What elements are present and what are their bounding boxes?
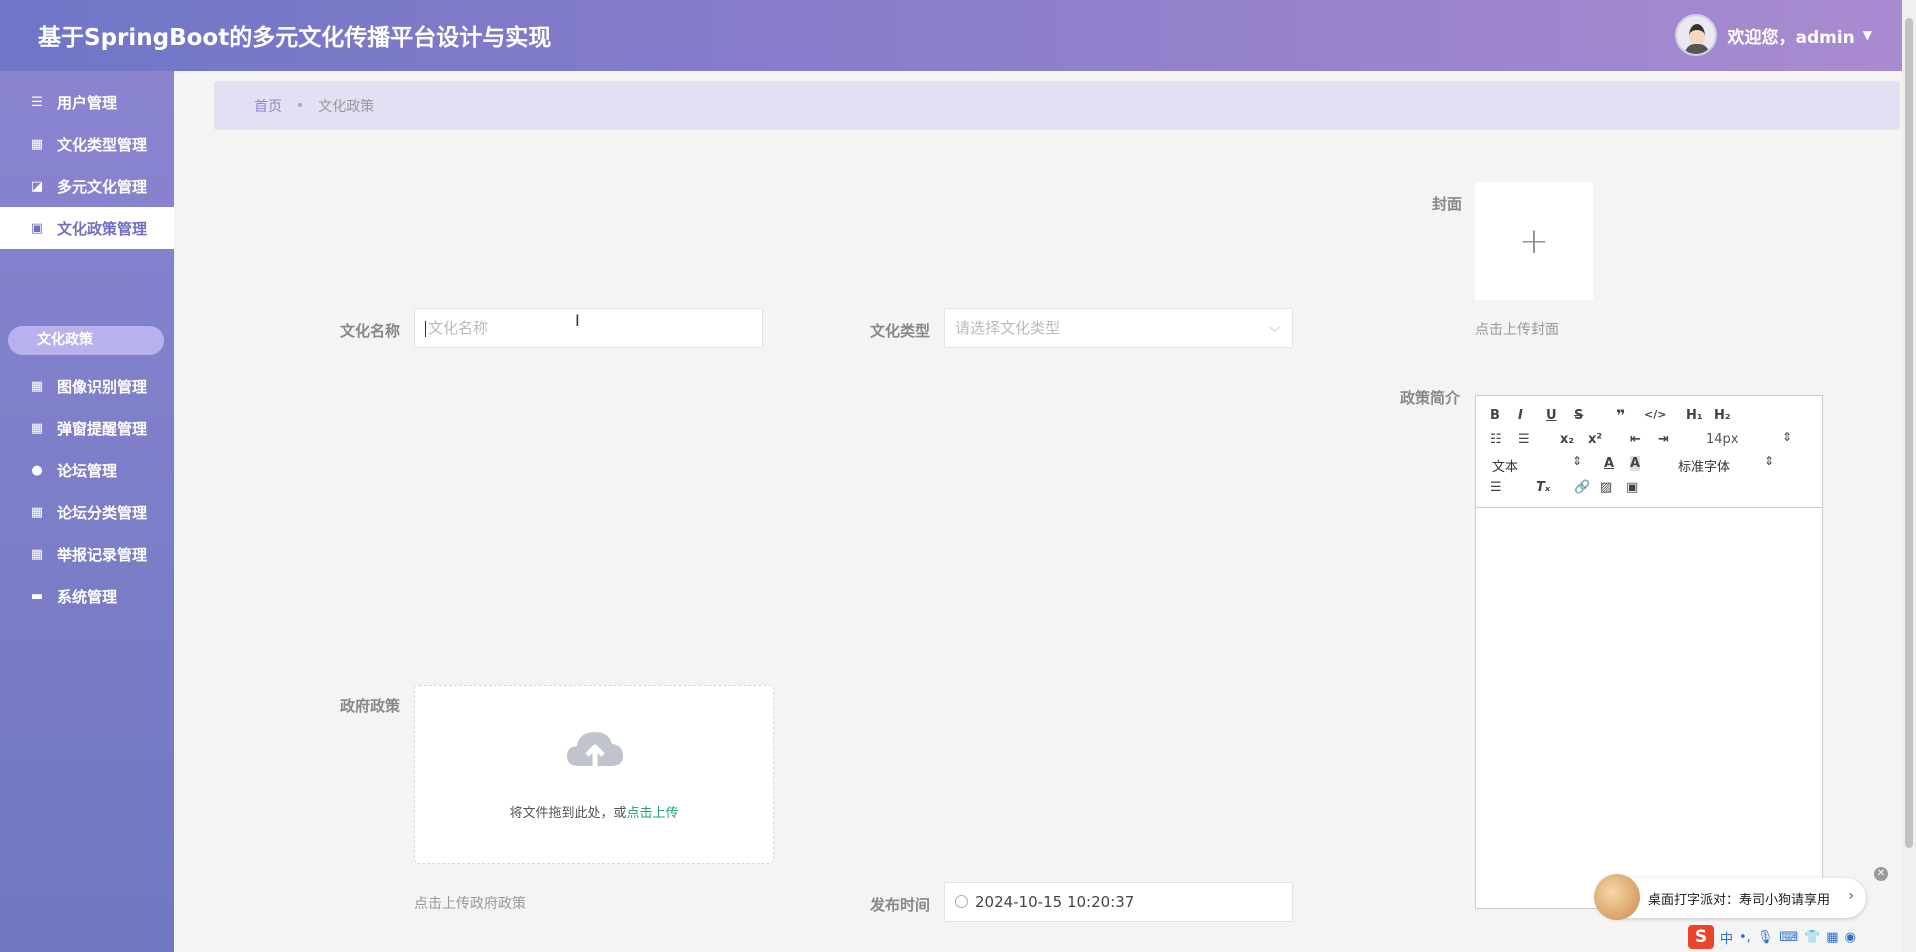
welcome-text[interactable]: 欢迎您，admin (1727, 23, 1854, 48)
policy-label: 政府政策 (340, 697, 401, 715)
sidebar: ☰ 用户管理 ▦ 文化类型管理 ◪ 多元文化管理 ▣ 文化政策管理 文化政策 ▦ 图像识别… (0, 71, 174, 952)
type-select[interactable]: 请选择文化类型 ⌵ (944, 308, 1293, 348)
ime-logo-icon[interactable]: S (1688, 925, 1714, 949)
name-label: 文化名称 (340, 322, 401, 340)
toast-close-icon[interactable]: ✕ (1874, 867, 1888, 881)
breadcrumb-current: 文化政策 (318, 98, 375, 115)
align-icon[interactable]: ☰ (1490, 480, 1502, 495)
upload-link[interactable]: 点击上传 (627, 806, 679, 821)
sidebar-item-forum[interactable]: ● 论坛管理 (0, 449, 174, 491)
quote-icon[interactable]: ❞ (1616, 406, 1625, 425)
upload-text: 将文件拖到此处，或点击上传 (509, 806, 679, 821)
chevron-right-icon[interactable]: › (1848, 888, 1854, 904)
rich-text-editor[interactable]: B I U S ❞ </> H₁ H₂ ☷ ☰ x₂ x² ⇤ ⇥ 14px ⇕… (1475, 395, 1823, 909)
strike-icon[interactable]: S (1574, 408, 1583, 423)
font-color-icon[interactable]: A (1604, 456, 1614, 471)
underline-icon[interactable]: U (1546, 408, 1557, 423)
code-icon[interactable]: </> (1644, 408, 1666, 421)
font-family-caret-icon: ⇕ (1764, 454, 1775, 468)
indent-icon[interactable]: ⇥ (1658, 432, 1669, 447)
skin-icon[interactable]: 👕 (1804, 930, 1820, 945)
italic-icon[interactable]: I (1518, 408, 1523, 423)
sidebar-item-culture-types[interactable]: ▦ 文化类型管理 (0, 123, 174, 165)
cloud-upload-icon (567, 732, 623, 766)
font-size-caret-icon: ⇕ (1782, 430, 1793, 444)
h2-icon[interactable]: H₂ (1714, 408, 1731, 423)
breadcrumb-home[interactable]: 首页 (254, 96, 282, 116)
bold-icon[interactable]: B (1490, 408, 1500, 423)
sidebar-item-popup-reminder[interactable]: ▦ 弹窗提醒管理 (0, 407, 174, 449)
type-label: 文化类型 (870, 322, 931, 340)
toast-text: 桌面打字派对：寿司小狗请享用 (1648, 892, 1831, 908)
link-icon[interactable]: 🔗 (1574, 480, 1590, 495)
microphone-icon[interactable]: 🎙 (1757, 930, 1774, 945)
grid-icon: ▦ (30, 378, 44, 394)
breadcrumb-separator: • (296, 97, 305, 114)
intro-label: 政策简介 (1400, 389, 1461, 407)
h1-icon[interactable]: H₁ (1686, 408, 1703, 423)
name-input[interactable]: 文化名称 (414, 308, 763, 348)
editor-toolbar: B I U S ❞ </> H₁ H₂ ☷ ☰ x₂ x² ⇤ ⇥ 14px ⇕… (1476, 396, 1822, 508)
sidebar-item-reports[interactable]: ▦ 举报记录管理 (0, 533, 174, 575)
policy-upload-dropzone[interactable]: 将文件拖到此处，或点击上传 (414, 685, 774, 864)
sidebar-item-forum-categories[interactable]: ▦ 论坛分类管理 (0, 491, 174, 533)
editor-content[interactable] (1476, 508, 1822, 908)
publish-date-input[interactable]: 2024-10-15 10:20:37 (944, 882, 1293, 922)
sidebar-item-multicultural[interactable]: ◪ 多元文化管理 (0, 165, 174, 207)
bullet-list-icon[interactable]: ☰ (1518, 432, 1530, 447)
subscript-icon[interactable]: x₂ (1560, 432, 1574, 447)
scroll-thumb[interactable] (1905, 18, 1913, 848)
video-icon[interactable]: ▣ (1626, 480, 1638, 495)
grid-icon: ▦ (30, 136, 44, 152)
plus-icon: + (1518, 220, 1550, 262)
text-cursor-icon: I (575, 311, 580, 330)
chevron-down-icon: ⌵ (1269, 320, 1280, 336)
keyboard-icon[interactable]: ⌨ (1779, 930, 1798, 945)
superscript-icon[interactable]: x² (1588, 432, 1602, 447)
background-color-icon[interactable]: A (1630, 456, 1641, 471)
caret (425, 320, 426, 337)
grid-icon: ▦ (30, 504, 44, 520)
sidebar-item-users[interactable]: ☰ 用户管理 (0, 81, 174, 123)
toast-avatar-icon (1594, 874, 1640, 920)
top-header: 基于SpringBoot的多元文化传播平台设计与实现 欢迎您，admin ▼ (0, 0, 1902, 71)
avatar[interactable] (1675, 14, 1718, 56)
app-title: 基于SpringBoot的多元文化传播平台设计与实现 (38, 25, 552, 51)
list-icon: ☰ (31, 94, 43, 110)
font-family-select[interactable]: 标准字体 (1678, 456, 1730, 475)
ime-lang-toggle[interactable]: 中 (1720, 928, 1733, 947)
publish-label: 发布时间 (870, 896, 931, 914)
caret-down-icon[interactable]: ▼ (1863, 28, 1872, 42)
clipboard-icon: ▣ (30, 220, 44, 236)
breadcrumb: 首页 • 文化政策 (214, 81, 1900, 130)
user-menu[interactable]: 欢迎您，admin ▼ (1675, 14, 1872, 56)
apps-icon[interactable]: ▦ (1826, 930, 1838, 945)
sidebar-item-policy[interactable]: ▣ 文化政策管理 (0, 207, 174, 249)
clear-format-icon[interactable]: Tₓ (1536, 480, 1550, 495)
policy-hint: 点击上传政府政策 (414, 896, 526, 912)
outdent-icon[interactable]: ⇤ (1630, 432, 1641, 447)
sidebar-item-image-recognition[interactable]: ▦ 图像识别管理 (0, 365, 174, 407)
briefcase-icon: ▬ (30, 588, 44, 604)
image-icon[interactable]: ▨ (1600, 480, 1612, 495)
font-size-select[interactable]: 14px (1706, 432, 1739, 447)
sidebar-item-system[interactable]: ▬ 系统管理 (0, 575, 174, 617)
grid-icon: ▦ (30, 420, 44, 436)
text-style-select[interactable]: 文本 (1492, 456, 1518, 475)
sidebar-subitem-policy[interactable]: 文化政策 (8, 326, 164, 355)
cover-upload-button[interactable]: + (1475, 182, 1593, 300)
ime-settings-icon[interactable]: ◉ (1845, 930, 1856, 945)
chart-icon: ◪ (30, 178, 44, 194)
punctuation-icon[interactable]: •, (1739, 930, 1751, 945)
user-icon: ● (31, 462, 43, 478)
ime-toolbar: S 中 •, 🎙 ⌨ 👕 ▦ ◉ (1688, 924, 1888, 950)
ordered-list-icon[interactable]: ☷ (1490, 432, 1502, 447)
grid-icon: ▦ (30, 546, 44, 562)
cover-label: 封面 (1432, 195, 1463, 213)
page-scrollbar[interactable] (1902, 0, 1916, 952)
text-style-caret-icon: ⇕ (1572, 454, 1583, 468)
cover-hint: 点击上传封面 (1475, 322, 1559, 338)
clock-icon (955, 895, 968, 908)
ime-notification[interactable]: 桌面打字派对：寿司小狗请享用 › (1594, 874, 1866, 920)
